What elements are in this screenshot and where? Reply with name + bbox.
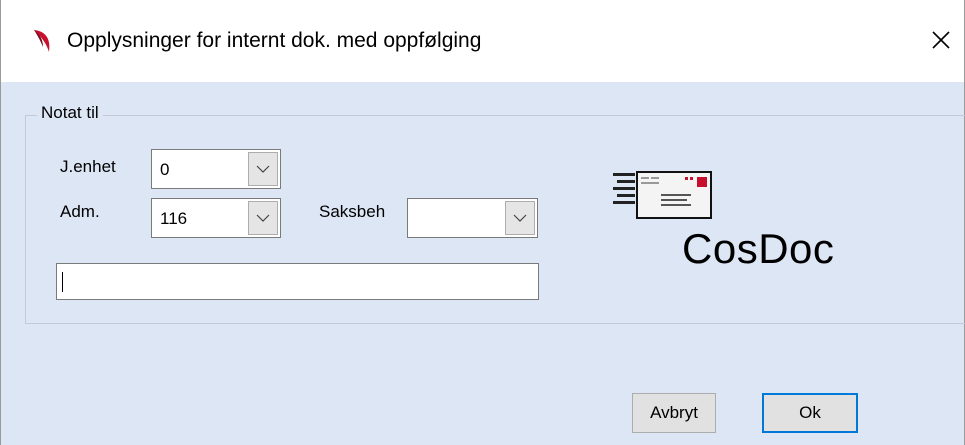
- cancel-button[interactable]: Avbryt: [632, 393, 716, 433]
- groupbox-legend: Notat til: [37, 103, 103, 123]
- title-bar: Opplysninger for internt dok. med oppføl…: [0, 0, 965, 82]
- text-caret: [62, 272, 63, 292]
- saksbeh-dropdown-button[interactable]: [505, 201, 535, 235]
- adm-value: 116: [160, 209, 188, 228]
- ok-button[interactable]: Ok: [762, 393, 858, 433]
- saksbeh-label: Saksbeh: [319, 202, 386, 221]
- jenhet-combobox[interactable]: 0: [151, 149, 281, 189]
- adm-label: Adm.: [60, 202, 100, 221]
- adm-combobox[interactable]: 116: [151, 198, 281, 238]
- jenhet-dropdown-button[interactable]: [248, 152, 278, 186]
- dialog-body: Notat til J.enhet 0 Adm. 116 Saksbeh Cos…: [0, 82, 965, 445]
- cosdoc-logo-text: CosDoc: [682, 225, 835, 272]
- chevron-down-icon: [256, 214, 270, 222]
- chevron-down-icon: [513, 214, 527, 222]
- chevron-down-icon: [256, 165, 270, 173]
- app-logo-icon: [34, 30, 50, 52]
- jenhet-value: 0: [160, 160, 170, 179]
- envelope-speed-icon: [613, 171, 712, 219]
- close-icon: [932, 31, 950, 49]
- adm-dropdown-button[interactable]: [248, 201, 278, 235]
- saksbeh-combobox[interactable]: [407, 198, 538, 238]
- jenhet-label: J.enhet: [60, 157, 116, 176]
- window-title: Opplysninger for internt dok. med oppføl…: [67, 29, 482, 52]
- note-text-input[interactable]: [56, 263, 539, 300]
- close-button[interactable]: [921, 20, 961, 60]
